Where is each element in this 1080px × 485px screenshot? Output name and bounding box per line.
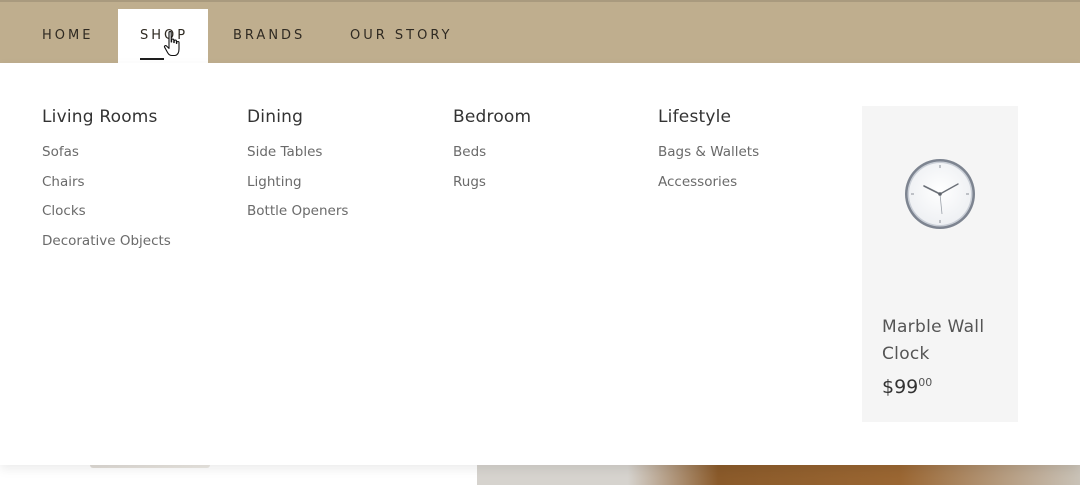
menu-link-rugs[interactable]: Rugs xyxy=(453,174,531,204)
menu-column-title: Dining xyxy=(247,107,304,127)
menu-column-title: Bedroom xyxy=(453,107,532,127)
menu-link-bags-wallets[interactable]: Bags & Wallets xyxy=(658,144,759,174)
menu-column-title: Lifestyle xyxy=(658,107,732,127)
menu-link-decorative-objects[interactable]: Decorative Objects xyxy=(42,233,171,263)
nav-item-our-story[interactable]: OUR STORY xyxy=(350,9,452,65)
menu-column-bedroom: Bedroom Beds Rugs xyxy=(453,107,531,203)
price-cents: 00 xyxy=(918,376,933,389)
menu-column-dining: Dining Side Tables Lighting Bottle Opene… xyxy=(247,107,348,233)
menu-link-clocks[interactable]: Clocks xyxy=(42,203,171,233)
featured-product-price: $9900 xyxy=(882,376,932,398)
nav-item-brands[interactable]: BRANDS xyxy=(233,9,305,65)
price-main: $99 xyxy=(882,376,919,398)
hero-photo xyxy=(477,465,1080,485)
featured-product-name: Marble Wall Clock xyxy=(882,317,985,364)
menu-column-living-rooms: Living Rooms Sofas Chairs Clocks Decorat… xyxy=(42,107,171,262)
active-nav-underline xyxy=(140,58,164,60)
menu-link-lighting[interactable]: Lighting xyxy=(247,174,348,204)
menu-link-beds[interactable]: Beds xyxy=(453,144,531,174)
nav-item-home[interactable]: HOME xyxy=(42,9,93,65)
menu-column-title: Living Rooms xyxy=(42,107,158,127)
featured-product-card[interactable]: Marble Wall Clock $9900 xyxy=(862,106,1018,422)
menu-link-side-tables[interactable]: Side Tables xyxy=(247,144,348,174)
menu-link-sofas[interactable]: Sofas xyxy=(42,144,171,174)
menu-link-bottle-openers[interactable]: Bottle Openers xyxy=(247,203,348,233)
menu-column-lifestyle: Lifestyle Bags & Wallets Accessories xyxy=(658,107,759,203)
main-navigation: HOME SHOP BRANDS OUR STORY xyxy=(0,0,1080,65)
wall-clock-icon xyxy=(905,159,975,229)
hand-pointer-icon xyxy=(163,30,180,57)
menu-link-chairs[interactable]: Chairs xyxy=(42,174,171,204)
menu-link-accessories[interactable]: Accessories xyxy=(658,174,759,204)
shop-mega-menu: Living Rooms Sofas Chairs Clocks Decorat… xyxy=(0,63,1080,465)
